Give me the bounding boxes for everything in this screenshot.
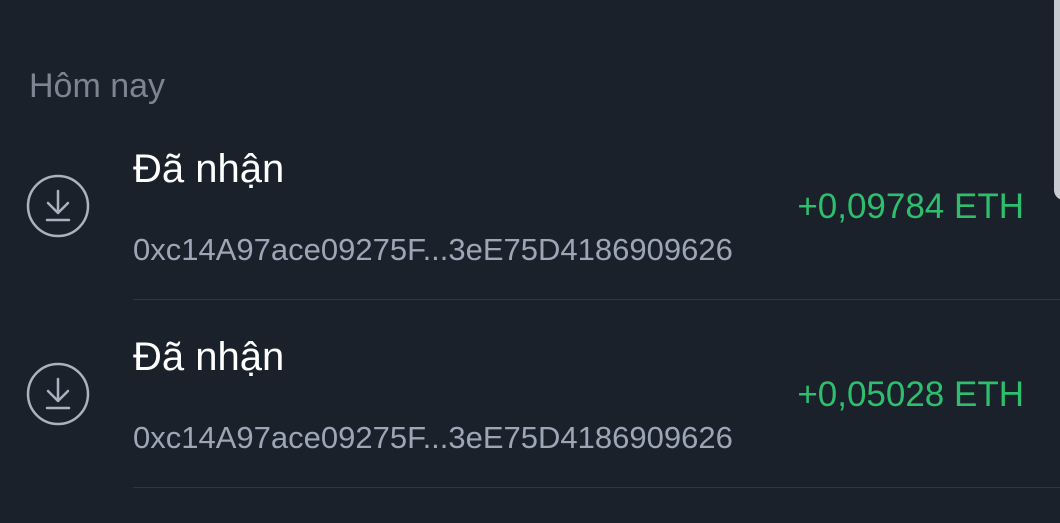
row-divider: [133, 487, 1060, 488]
transaction-row[interactable]: Đã nhận 0xc14A97ace09275F...3eE75D418690…: [0, 300, 1060, 488]
transaction-type-label: Đã nhận: [133, 147, 285, 191]
transaction-address: 0xc14A97ace09275F...3eE75D4186909626: [133, 232, 733, 267]
receive-download-icon: [26, 362, 90, 426]
transaction-history-screen: Hôm nay Đã nhận 0xc14A97ace09275F...3eE7…: [0, 0, 1060, 523]
date-section-header: Hôm nay: [29, 67, 166, 105]
transaction-address: 0xc14A97ace09275F...3eE75D4186909626: [133, 420, 733, 455]
transaction-amount: +0,09784 ETH: [797, 187, 1024, 226]
transaction-type-label: Đã nhận: [133, 335, 285, 379]
transaction-amount: +0,05028 ETH: [797, 375, 1024, 414]
transaction-row[interactable]: Đã nhận 0xc14A97ace09275F...3eE75D418690…: [0, 112, 1060, 300]
receive-download-icon: [26, 174, 90, 238]
